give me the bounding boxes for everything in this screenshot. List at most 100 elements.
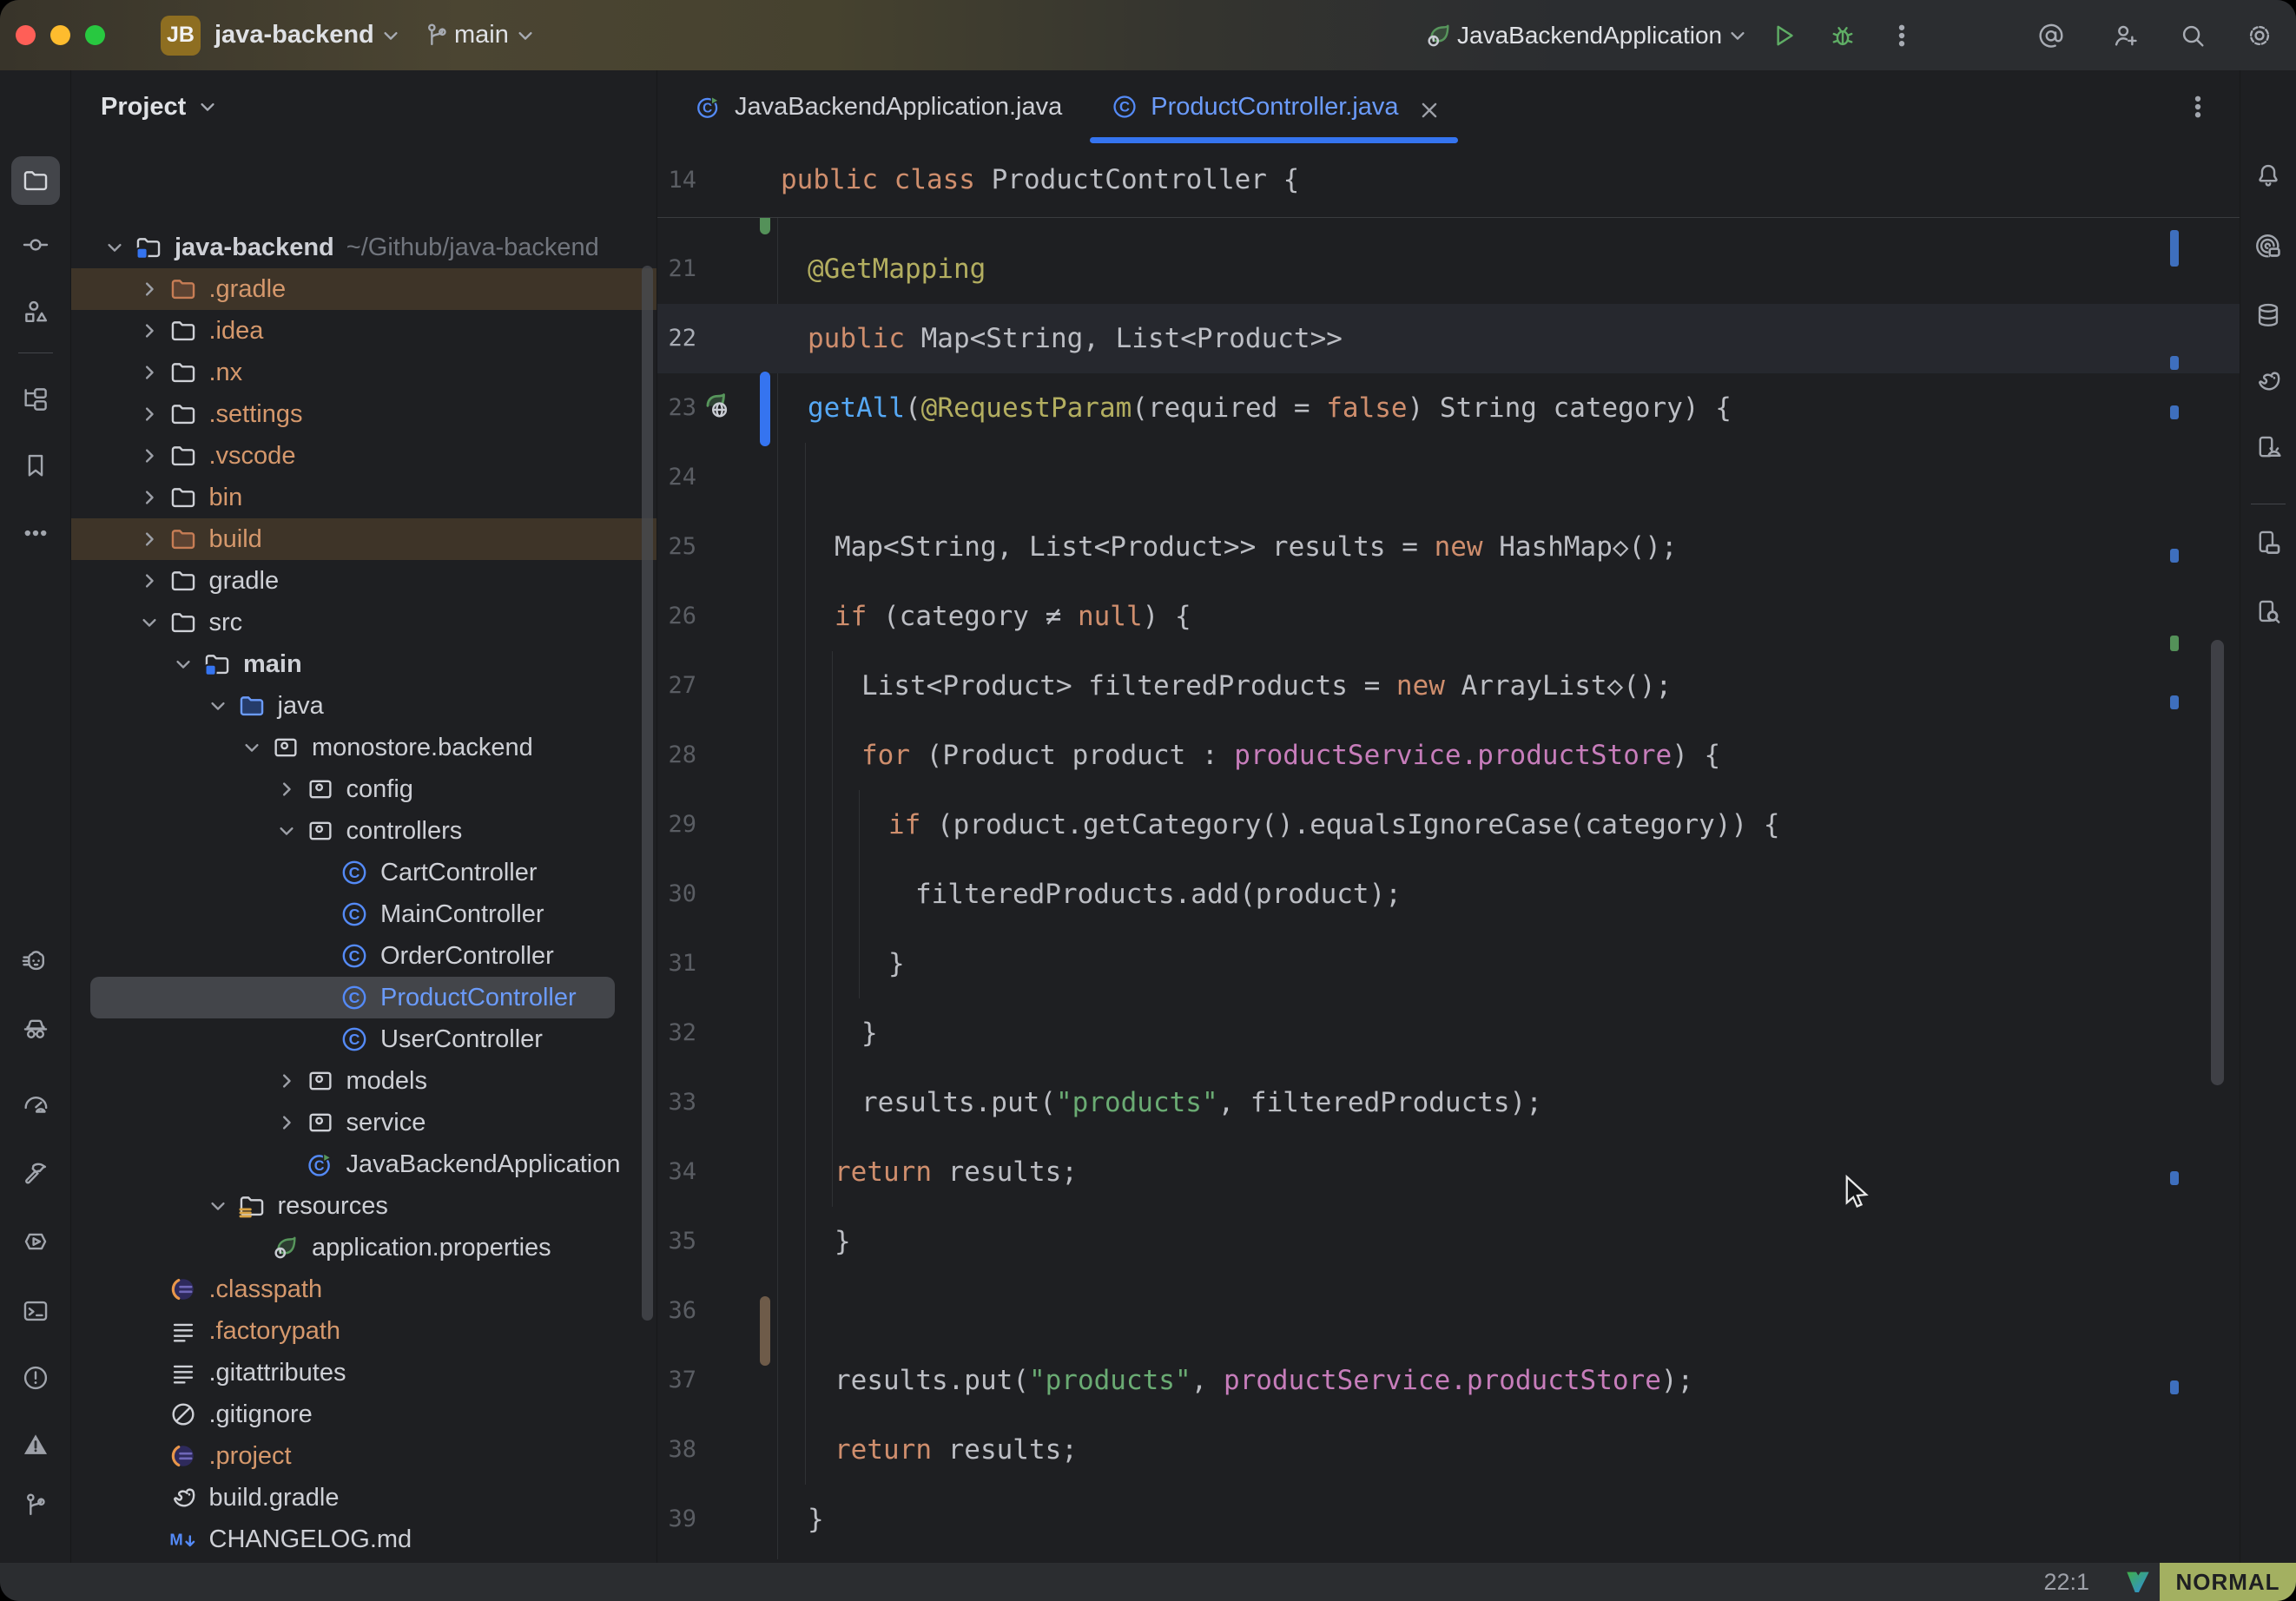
close-window-button[interactable] [16, 25, 36, 45]
tree-item-.classpath[interactable]: .classpath [71, 1268, 656, 1310]
ai-mention-button[interactable] [2030, 15, 2072, 56]
tree-item-config[interactable]: config [71, 768, 656, 810]
chevron-right-icon[interactable] [135, 358, 164, 387]
tree-item-java[interactable]: java [71, 685, 656, 727]
error-stripe-marker[interactable] [2170, 1380, 2179, 1394]
tree-item-models[interactable]: models [71, 1060, 656, 1102]
sticky-line[interactable]: 14public class ProductController { [657, 143, 2240, 218]
tool-project-folder-button[interactable] [11, 156, 60, 205]
tool-bookmarks-button[interactable] [11, 441, 60, 490]
tree-item-service[interactable]: service [71, 1102, 656, 1143]
tree-item-CHANGELOG.md[interactable]: MCHANGELOG.md [71, 1519, 656, 1560]
search-everywhere-button[interactable] [2172, 15, 2214, 56]
tree-item-monostore.backend[interactable]: monostore.backend [71, 727, 656, 768]
code-line-25[interactable]: 25Map<String, List<Product>> results = n… [657, 512, 2240, 582]
minimize-window-button[interactable] [50, 25, 70, 45]
error-stripe-marker[interactable] [2170, 1171, 2179, 1185]
tool-database-button[interactable] [2244, 291, 2293, 339]
tool-device-explorer-button[interactable] [2244, 588, 2293, 636]
more-actions-button[interactable] [1881, 15, 1923, 56]
tab-options-button[interactable] [2181, 86, 2215, 128]
run-button[interactable] [1763, 15, 1804, 56]
editor-tab-ProductController.java[interactable]: CProductController.java [1086, 70, 1461, 143]
tree-item-CartController[interactable]: CCartController [71, 852, 656, 893]
chevron-down-icon[interactable] [168, 649, 198, 679]
git-change-marker[interactable] [760, 372, 770, 446]
endpoint-gutter-icon[interactable] [703, 392, 736, 425]
chevron-right-icon[interactable] [135, 483, 164, 512]
tree-item-ProductController[interactable]: CProductController [90, 977, 615, 1018]
code-line-31[interactable]: 31} [657, 929, 2240, 998]
tree-item-controllers[interactable]: controllers [71, 810, 656, 852]
code-line-27[interactable]: 27List<Product> filteredProducts = new A… [657, 651, 2240, 721]
chevron-right-icon[interactable] [135, 524, 164, 554]
tool-commit-button[interactable] [11, 221, 60, 269]
chevron-right-icon[interactable] [135, 316, 164, 346]
project-tree-scrollbar[interactable] [642, 266, 653, 1321]
chevron-right-icon[interactable] [135, 399, 164, 429]
code-line-28[interactable]: 28for (Product product : productService.… [657, 721, 2240, 790]
tree-item-bin[interactable]: bin [71, 477, 656, 518]
tool-gradle-button[interactable] [2244, 357, 2293, 405]
code-line-32[interactable]: 32} [657, 998, 2240, 1068]
error-stripe-marker[interactable] [2170, 695, 2179, 709]
caret-position[interactable]: 22:1 [2043, 1563, 2089, 1601]
tool-device-manager-button[interactable] [2244, 424, 2293, 472]
code-line-23[interactable]: 23getAll(@RequestParam(required = false)… [657, 373, 2240, 443]
code-line-29[interactable]: 29if (product.getCategory().equalsIgnore… [657, 790, 2240, 860]
tool-notifications-bell-button[interactable] [2244, 151, 2293, 200]
tool-build-button[interactable] [11, 1149, 60, 1197]
code-line-21[interactable]: 21@GetMapping [657, 234, 2240, 304]
tree-item-.idea[interactable]: .idea [71, 310, 656, 352]
error-stripe-marker[interactable] [2170, 636, 2179, 651]
code-line-37[interactable]: 37results.put("products", productService… [657, 1346, 2240, 1415]
tool-notifications-warning-button[interactable] [11, 1420, 60, 1469]
chevron-right-icon[interactable] [272, 774, 301, 804]
tree-item-application.properties[interactable]: application.properties [71, 1227, 656, 1268]
tool-hierarchy-button[interactable] [11, 375, 60, 424]
chevron-right-icon[interactable] [135, 566, 164, 596]
tool-problems-button[interactable] [11, 1354, 60, 1402]
error-stripe-marker[interactable] [2170, 230, 2179, 267]
code-line-39[interactable]: 39} [657, 1485, 2240, 1554]
chevron-down-icon[interactable] [135, 608, 164, 637]
tree-item-JavaBackendApplication[interactable]: CJavaBackendApplication [71, 1143, 656, 1185]
code-line-34[interactable]: 34return results; [657, 1137, 2240, 1207]
tree-item-UserController[interactable]: CUserController [71, 1018, 656, 1060]
vim-plugin-icon[interactable] [2124, 1568, 2152, 1596]
tool-more-button[interactable] [11, 509, 60, 557]
code-editor[interactable]: 14public class ProductController { 21@Get… [657, 143, 2240, 1563]
close-tab-button[interactable] [1415, 96, 1437, 118]
tree-item-main[interactable]: main [71, 643, 656, 685]
code-line-35[interactable]: 35} [657, 1207, 2240, 1276]
tree-item-.settings[interactable]: .settings [71, 393, 656, 435]
code-line-22[interactable]: 22public Map<String, List<Product>> [657, 304, 2240, 373]
code-line-38[interactable]: 38return results; [657, 1415, 2240, 1485]
tree-item-build.gradle[interactable]: build.gradle [71, 1477, 656, 1519]
tree-item-MainController[interactable]: CMainController [71, 893, 656, 935]
error-stripe-marker[interactable] [2170, 356, 2179, 370]
code-line-30[interactable]: 30filteredProducts.add(product); [657, 860, 2240, 929]
tree-item-.factorypath[interactable]: .factorypath [71, 1310, 656, 1352]
project-panel-header[interactable]: Project [71, 70, 656, 143]
tool-profiler-button[interactable] [11, 1079, 60, 1128]
tree-item-.vscode[interactable]: .vscode [71, 435, 656, 477]
tool-ai-assistant-button[interactable] [2244, 222, 2293, 271]
code-line-24[interactable]: 24 [657, 443, 2240, 512]
chevron-down-icon[interactable] [203, 1191, 233, 1221]
chevron-down-icon[interactable] [100, 233, 129, 262]
chevron-right-icon[interactable] [135, 274, 164, 304]
error-stripe-marker[interactable] [2170, 549, 2179, 563]
chevron-down-icon[interactable] [237, 733, 267, 762]
code-line-26[interactable]: 26if (category ≠ null) { [657, 582, 2240, 651]
tree-item-.project[interactable]: .project [71, 1435, 656, 1477]
editor-scrollbar[interactable] [2211, 640, 2224, 1085]
tree-item-.gitignore[interactable]: .gitignore [71, 1393, 656, 1435]
tool-services-button[interactable] [11, 1217, 60, 1266]
zoom-window-button[interactable] [85, 25, 105, 45]
tree-item-java-backend[interactable]: java-backend~/Github/java-backend [71, 227, 656, 268]
tree-item-build[interactable]: build [71, 518, 656, 560]
branch-widget[interactable]: main [419, 0, 542, 70]
tree-item-.nx[interactable]: .nx [71, 352, 656, 393]
tool-running-devices-button[interactable] [2244, 518, 2293, 567]
